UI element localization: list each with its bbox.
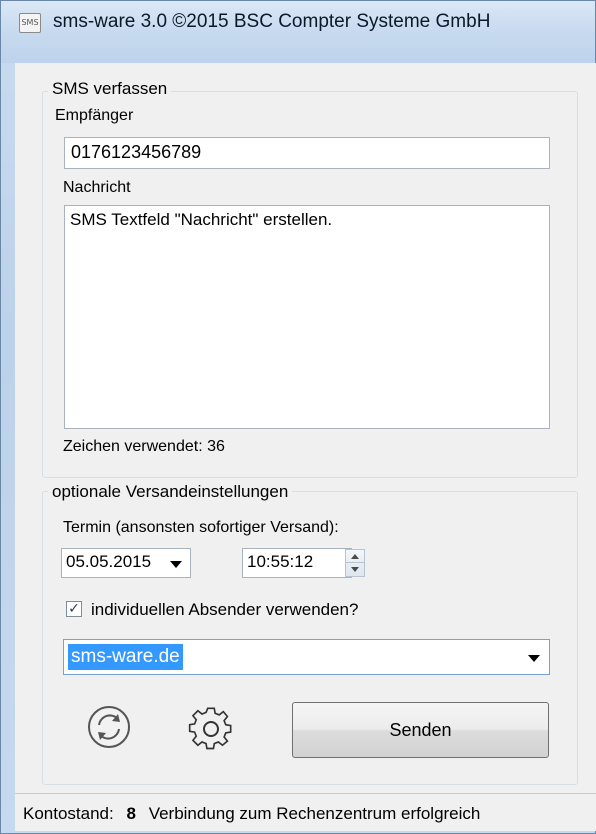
compose-group-title: SMS verfassen — [48, 79, 172, 99]
date-value: 05.05.2015 — [66, 552, 152, 571]
chars-used-label: Zeichen verwendet: 36 — [63, 438, 225, 455]
time-value: 10:55:12 — [247, 552, 314, 571]
options-group-title: optionale Versandeinstellungen — [48, 482, 293, 502]
chevron-down-icon — [170, 561, 182, 568]
gear-icon — [188, 707, 232, 750]
client-area: SMS verfassen Empfänger 0176123456789 Na… — [15, 63, 596, 793]
refresh-button[interactable] — [87, 704, 131, 750]
time-spinner[interactable] — [345, 549, 365, 577]
status-bar: Kontostand: 8 Verbindung zum Rechenzentr… — [15, 793, 596, 831]
message-label: Nachricht — [63, 179, 131, 196]
sender-checkbox[interactable]: ✓ — [66, 601, 82, 617]
app-icon: SMS — [19, 13, 41, 33]
arrow-up-icon — [351, 554, 359, 559]
sender-checkbox-label[interactable]: individuellen Absender verwenden? — [91, 600, 358, 620]
arrow-down-icon — [351, 567, 359, 572]
title-bar[interactable]: SMS sms-ware 3.0 ©2015 BSC Compter Syste… — [1, 1, 595, 63]
recipient-input[interactable]: 0176123456789 — [64, 137, 550, 169]
message-textarea[interactable]: SMS Textfeld "Nachricht" erstellen. — [64, 205, 550, 429]
settings-button[interactable] — [185, 703, 237, 753]
balance-value: 8 — [126, 804, 136, 823]
window-title: sms-ware 3.0 ©2015 BSC Compter Systeme G… — [53, 11, 491, 32]
sender-combobox[interactable]: sms-ware.de — [63, 639, 550, 675]
spinner-up-button[interactable] — [346, 550, 364, 563]
recipient-label: Empfänger — [55, 107, 134, 124]
spinner-down-button[interactable] — [346, 563, 364, 576]
connection-status: Verbindung zum Rechenzentrum erfolgreich — [148, 804, 481, 823]
balance-label: Kontostand: — [23, 804, 114, 823]
time-picker[interactable]: 10:55:12 — [242, 548, 352, 578]
chevron-down-icon — [528, 655, 540, 662]
schedule-label: Termin (ansonsten sofortiger Versand): — [63, 519, 339, 536]
sender-selected-value: sms-ware.de — [68, 644, 183, 670]
app-window: SMS sms-ware 3.0 ©2015 BSC Compter Syste… — [0, 0, 596, 834]
send-button[interactable]: Senden — [292, 702, 549, 758]
date-picker[interactable]: 05.05.2015 — [61, 548, 191, 578]
refresh-icon — [88, 706, 130, 748]
